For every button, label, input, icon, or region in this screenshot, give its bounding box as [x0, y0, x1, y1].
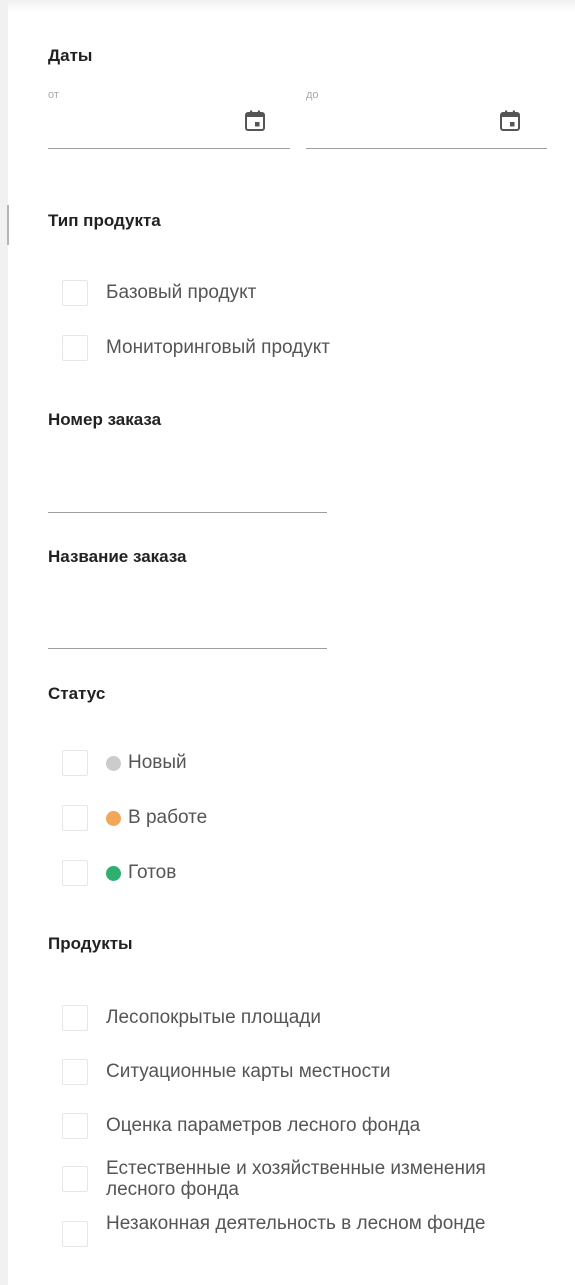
product-type-title: Тип продукта: [48, 211, 161, 230]
product-label: Ситуационные карты местности: [106, 1061, 391, 1082]
order-number-input[interactable]: [48, 474, 327, 513]
status-dot-icon: [106, 866, 121, 881]
order-name-title: Название заказа: [48, 547, 187, 566]
checkbox[interactable]: [62, 1059, 88, 1085]
checkbox[interactable]: [62, 1166, 88, 1192]
checkbox[interactable]: [62, 1221, 88, 1247]
status-label: Готов: [128, 862, 177, 883]
calendar-icon[interactable]: [243, 109, 267, 133]
product-type-label: Мониторинговый продукт: [106, 337, 330, 358]
date-from-field[interactable]: от: [48, 86, 290, 149]
date-to-label: до: [306, 89, 319, 101]
date-to-field[interactable]: до: [306, 86, 547, 149]
filter-panel-frame: Даты от до Тип продукта Базовый продукт …: [0, 0, 575, 1285]
checkbox[interactable]: [62, 805, 88, 831]
status-label: Новый: [128, 752, 187, 773]
product-label: Оценка параметров лесного фонда: [106, 1115, 421, 1136]
status-title: Статус: [48, 684, 106, 703]
checkbox[interactable]: [62, 750, 88, 776]
product-label: Лесопокрытые площади: [106, 1007, 321, 1028]
checkbox[interactable]: [62, 280, 88, 306]
checkbox[interactable]: [62, 1113, 88, 1139]
checkbox[interactable]: [62, 1005, 88, 1031]
scroll-track[interactable]: [0, 0, 8, 1285]
order-number-title: Номер заказа: [48, 410, 162, 429]
scroll-thumb[interactable]: [7, 205, 9, 245]
status-dot-icon: [106, 811, 121, 826]
product-type-label: Базовый продукт: [106, 282, 257, 303]
status-dot-icon: [106, 756, 121, 771]
products-title: Продукты: [48, 934, 133, 953]
checkbox[interactable]: [62, 335, 88, 361]
dates-title: Даты: [48, 46, 93, 65]
calendar-icon[interactable]: [498, 109, 522, 133]
top-shadow: [8, 0, 575, 12]
order-name-input[interactable]: [48, 610, 327, 649]
checkbox[interactable]: [62, 860, 88, 886]
product-label: Естественные и хозяйственные изменения л…: [106, 1158, 486, 1200]
date-from-label: от: [48, 89, 59, 101]
product-label: Незаконная деятельность в лесном фонде: [106, 1213, 486, 1234]
status-label: В работе: [128, 807, 208, 828]
